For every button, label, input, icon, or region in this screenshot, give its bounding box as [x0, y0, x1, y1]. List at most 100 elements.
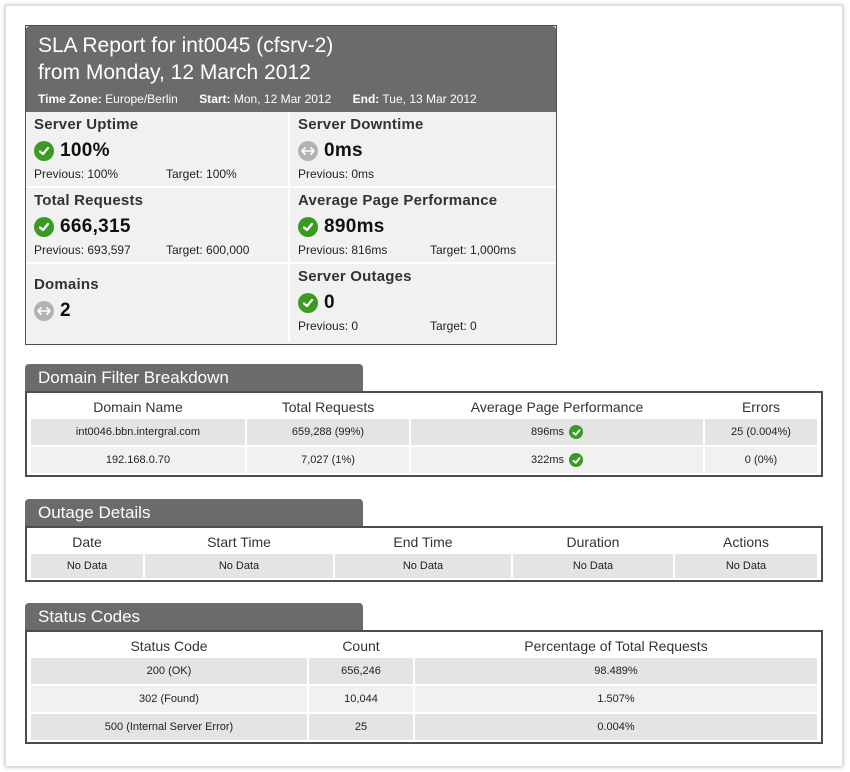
end-value: Tue, 13 Mar 2012	[382, 92, 477, 106]
metric-previous: Previous: 693,597	[34, 243, 131, 257]
metric-average-page-performance: Average Page Performance 890ms Previous:…	[290, 188, 556, 264]
metric-server-uptime: Server Uptime 100% Previous: 100% Target…	[26, 112, 290, 188]
column-header: Start Time	[207, 534, 271, 550]
metric-target: Target: 1,000ms	[430, 243, 517, 257]
panel-title: Status Codes	[25, 603, 363, 630]
metric-server-downtime: Server Downtime 0ms Previous: 0ms	[290, 112, 556, 188]
total-requests-cell: 659,288 (99%)	[247, 419, 409, 447]
metric-target: Target: 600,000	[166, 243, 250, 257]
status-code-cell: 500 (Internal Server Error)	[31, 714, 307, 742]
total-requests-cell: 7,027 (1%)	[247, 447, 409, 475]
outage-details-table-wrap: Date Start Time End Time Duration Action…	[25, 526, 823, 582]
no-data-cell: No Data	[675, 554, 817, 580]
outage-details-table: Date Start Time End Time Duration Action…	[29, 530, 819, 580]
column-header: Duration	[566, 534, 620, 550]
domain-name-cell: int0046.bbn.intergral.com	[31, 419, 245, 447]
metric-target: Target: 0	[430, 319, 477, 333]
no-data-cell: No Data	[145, 554, 333, 580]
neutral-arrows-icon	[298, 141, 318, 161]
status-code-cell: 200 (OK)	[31, 658, 307, 686]
metric-total-requests: Total Requests 666,315 Previous: 693,597…	[26, 188, 290, 264]
report-header: SLA Report for int0045 (cfsrv-2) from Mo…	[26, 26, 556, 112]
count-cell: 10,044	[309, 686, 413, 714]
neutral-arrows-icon	[34, 301, 54, 321]
column-header: Count	[342, 638, 380, 654]
sla-report-box: SLA Report for int0045 (cfsrv-2) from Mo…	[25, 25, 557, 345]
status-code-cell: 302 (Found)	[31, 686, 307, 714]
no-data-cell: No Data	[513, 554, 673, 580]
report-title-line1: SLA Report for int0045 (cfsrv-2)	[38, 34, 334, 57]
metrics-grid: Server Uptime 100% Previous: 100% Target…	[26, 112, 556, 342]
metric-value: 666,315	[60, 216, 131, 237]
panel-title: Outage Details	[25, 499, 363, 526]
domain-filter-table-wrap: Domain Name Total Requests Average Page …	[25, 391, 823, 477]
metric-value: 0	[324, 292, 335, 313]
column-header: Average Page Performance	[470, 399, 644, 415]
timezone-value: Europe/Berlin	[105, 92, 178, 106]
count-cell: 25	[309, 714, 413, 742]
column-header: End Time	[393, 534, 453, 550]
outage-details-panel: Outage Details Date Start Time End Time …	[25, 499, 823, 582]
metric-domains: Domains 2	[26, 264, 290, 342]
table-row: 192.168.0.70 7,027 (1%) 322ms 0 (0%)	[31, 447, 817, 475]
metric-title: Server Downtime	[298, 116, 424, 133]
column-header: Date	[72, 534, 102, 550]
status-codes-panel: Status Codes Status Code Count Percentag…	[25, 603, 823, 744]
metric-previous: Previous: 100%	[34, 167, 119, 181]
count-cell: 656,246	[309, 658, 413, 686]
metric-server-outages: Server Outages 0 Previous: 0 Target: 0	[290, 264, 556, 342]
status-codes-table-wrap: Status Code Count Percentage of Total Re…	[25, 630, 823, 744]
check-circle-icon	[569, 453, 584, 467]
metric-value: 0ms	[324, 140, 363, 161]
column-header: Domain Name	[93, 399, 183, 415]
metric-target: Target: 100%	[166, 167, 237, 181]
no-data-cell: No Data	[31, 554, 143, 580]
metric-title: Total Requests	[34, 192, 144, 209]
metric-value: 100%	[60, 140, 110, 161]
domain-name-cell: 192.168.0.70	[31, 447, 245, 475]
check-circle-icon	[298, 293, 318, 313]
metric-value: 890ms	[324, 216, 385, 237]
metric-title: Average Page Performance	[298, 192, 498, 209]
domain-filter-table: Domain Name Total Requests Average Page …	[29, 395, 819, 475]
check-circle-icon	[569, 425, 584, 439]
column-header: Status Code	[130, 638, 208, 654]
table-row: int0046.bbn.intergral.com 659,288 (99%) …	[31, 419, 817, 447]
metric-title: Server Uptime	[34, 116, 139, 133]
table-row: 302 (Found) 10,044 1.507%	[31, 686, 817, 714]
table-row: 200 (OK) 656,246 98.489%	[31, 658, 817, 686]
metric-previous: Previous: 816ms	[298, 243, 388, 257]
table-row: No Data No Data No Data No Data No Data	[31, 554, 817, 580]
domain-filter-panel: Domain Filter Breakdown Domain Name Tota…	[25, 364, 823, 477]
column-header: Percentage of Total Requests	[524, 638, 708, 654]
table-row: 500 (Internal Server Error) 25 0.004%	[31, 714, 817, 742]
percent-cell: 1.507%	[415, 686, 817, 714]
start-value: Mon, 12 Mar 2012	[233, 92, 332, 106]
errors-cell: 0 (0%)	[705, 447, 817, 475]
report-meta: Time Zone: Europe/Berlin Start: Mon, 12 …	[38, 92, 544, 106]
end-label: End:	[352, 92, 380, 106]
metric-value: 2	[60, 300, 71, 321]
metric-previous: Previous: 0	[298, 319, 359, 333]
check-circle-icon	[34, 217, 54, 237]
percent-cell: 98.489%	[415, 658, 817, 686]
performance-cell: 896ms	[411, 419, 703, 447]
performance-cell: 322ms	[411, 447, 703, 475]
report-title-line2: from Monday, 12 March 2012	[38, 61, 311, 84]
start-label: Start:	[199, 92, 231, 106]
timezone-label: Time Zone:	[38, 92, 102, 106]
panel-title: Domain Filter Breakdown	[25, 364, 363, 391]
metric-previous: Previous: 0ms	[298, 167, 375, 181]
performance-value: 322ms	[530, 454, 565, 466]
column-header: Actions	[723, 534, 769, 550]
metric-title: Server Outages	[298, 268, 412, 285]
column-header: Total Requests	[281, 399, 375, 415]
performance-value: 896ms	[530, 426, 565, 438]
column-header: Errors	[741, 399, 781, 415]
percent-cell: 0.004%	[415, 714, 817, 742]
errors-cell: 25 (0.004%)	[705, 419, 817, 447]
status-codes-table: Status Code Count Percentage of Total Re…	[29, 634, 819, 742]
check-circle-icon	[298, 217, 318, 237]
metric-title: Domains	[34, 276, 99, 293]
check-circle-icon	[34, 141, 54, 161]
